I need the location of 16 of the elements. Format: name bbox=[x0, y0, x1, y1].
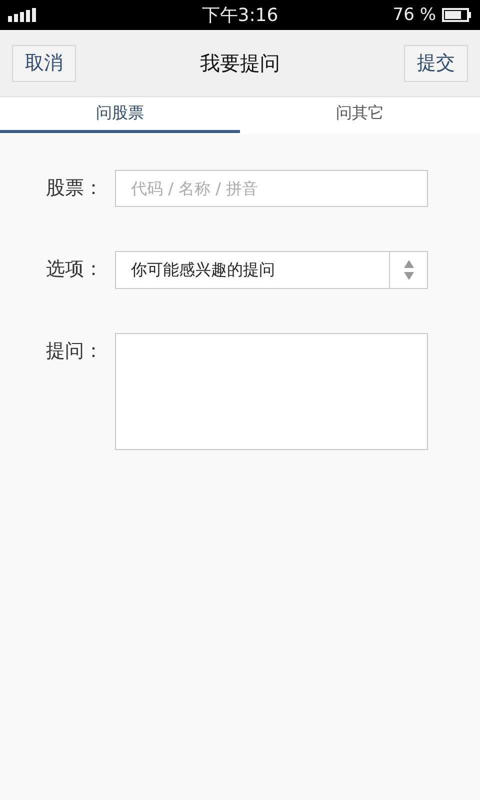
battery-percent: 76 % bbox=[392, 5, 436, 25]
up-down-arrows-icon bbox=[402, 259, 414, 281]
question-text-area[interactable] bbox=[115, 333, 428, 450]
signal-icon bbox=[8, 8, 36, 22]
field-label: 选项： bbox=[46, 257, 104, 282]
page-title: 我要提问 bbox=[200, 50, 280, 76]
battery-icon bbox=[442, 8, 472, 22]
stock-input-field[interactable]: 代码 / 名称 / 拼音 bbox=[115, 170, 428, 207]
field-label: 提问： bbox=[46, 339, 104, 364]
field-label: 股票： bbox=[46, 176, 104, 201]
submit-button[interactable]: 提交 bbox=[404, 44, 468, 82]
tab[interactable]: 问股票 bbox=[0, 97, 240, 133]
tab[interactable]: 问其它 bbox=[240, 97, 480, 133]
cancel-button[interactable]: 取消 bbox=[12, 44, 76, 82]
status-time: 下午3:16 bbox=[202, 4, 278, 27]
option-select[interactable]: 你可能感兴趣的提问 bbox=[115, 251, 428, 289]
